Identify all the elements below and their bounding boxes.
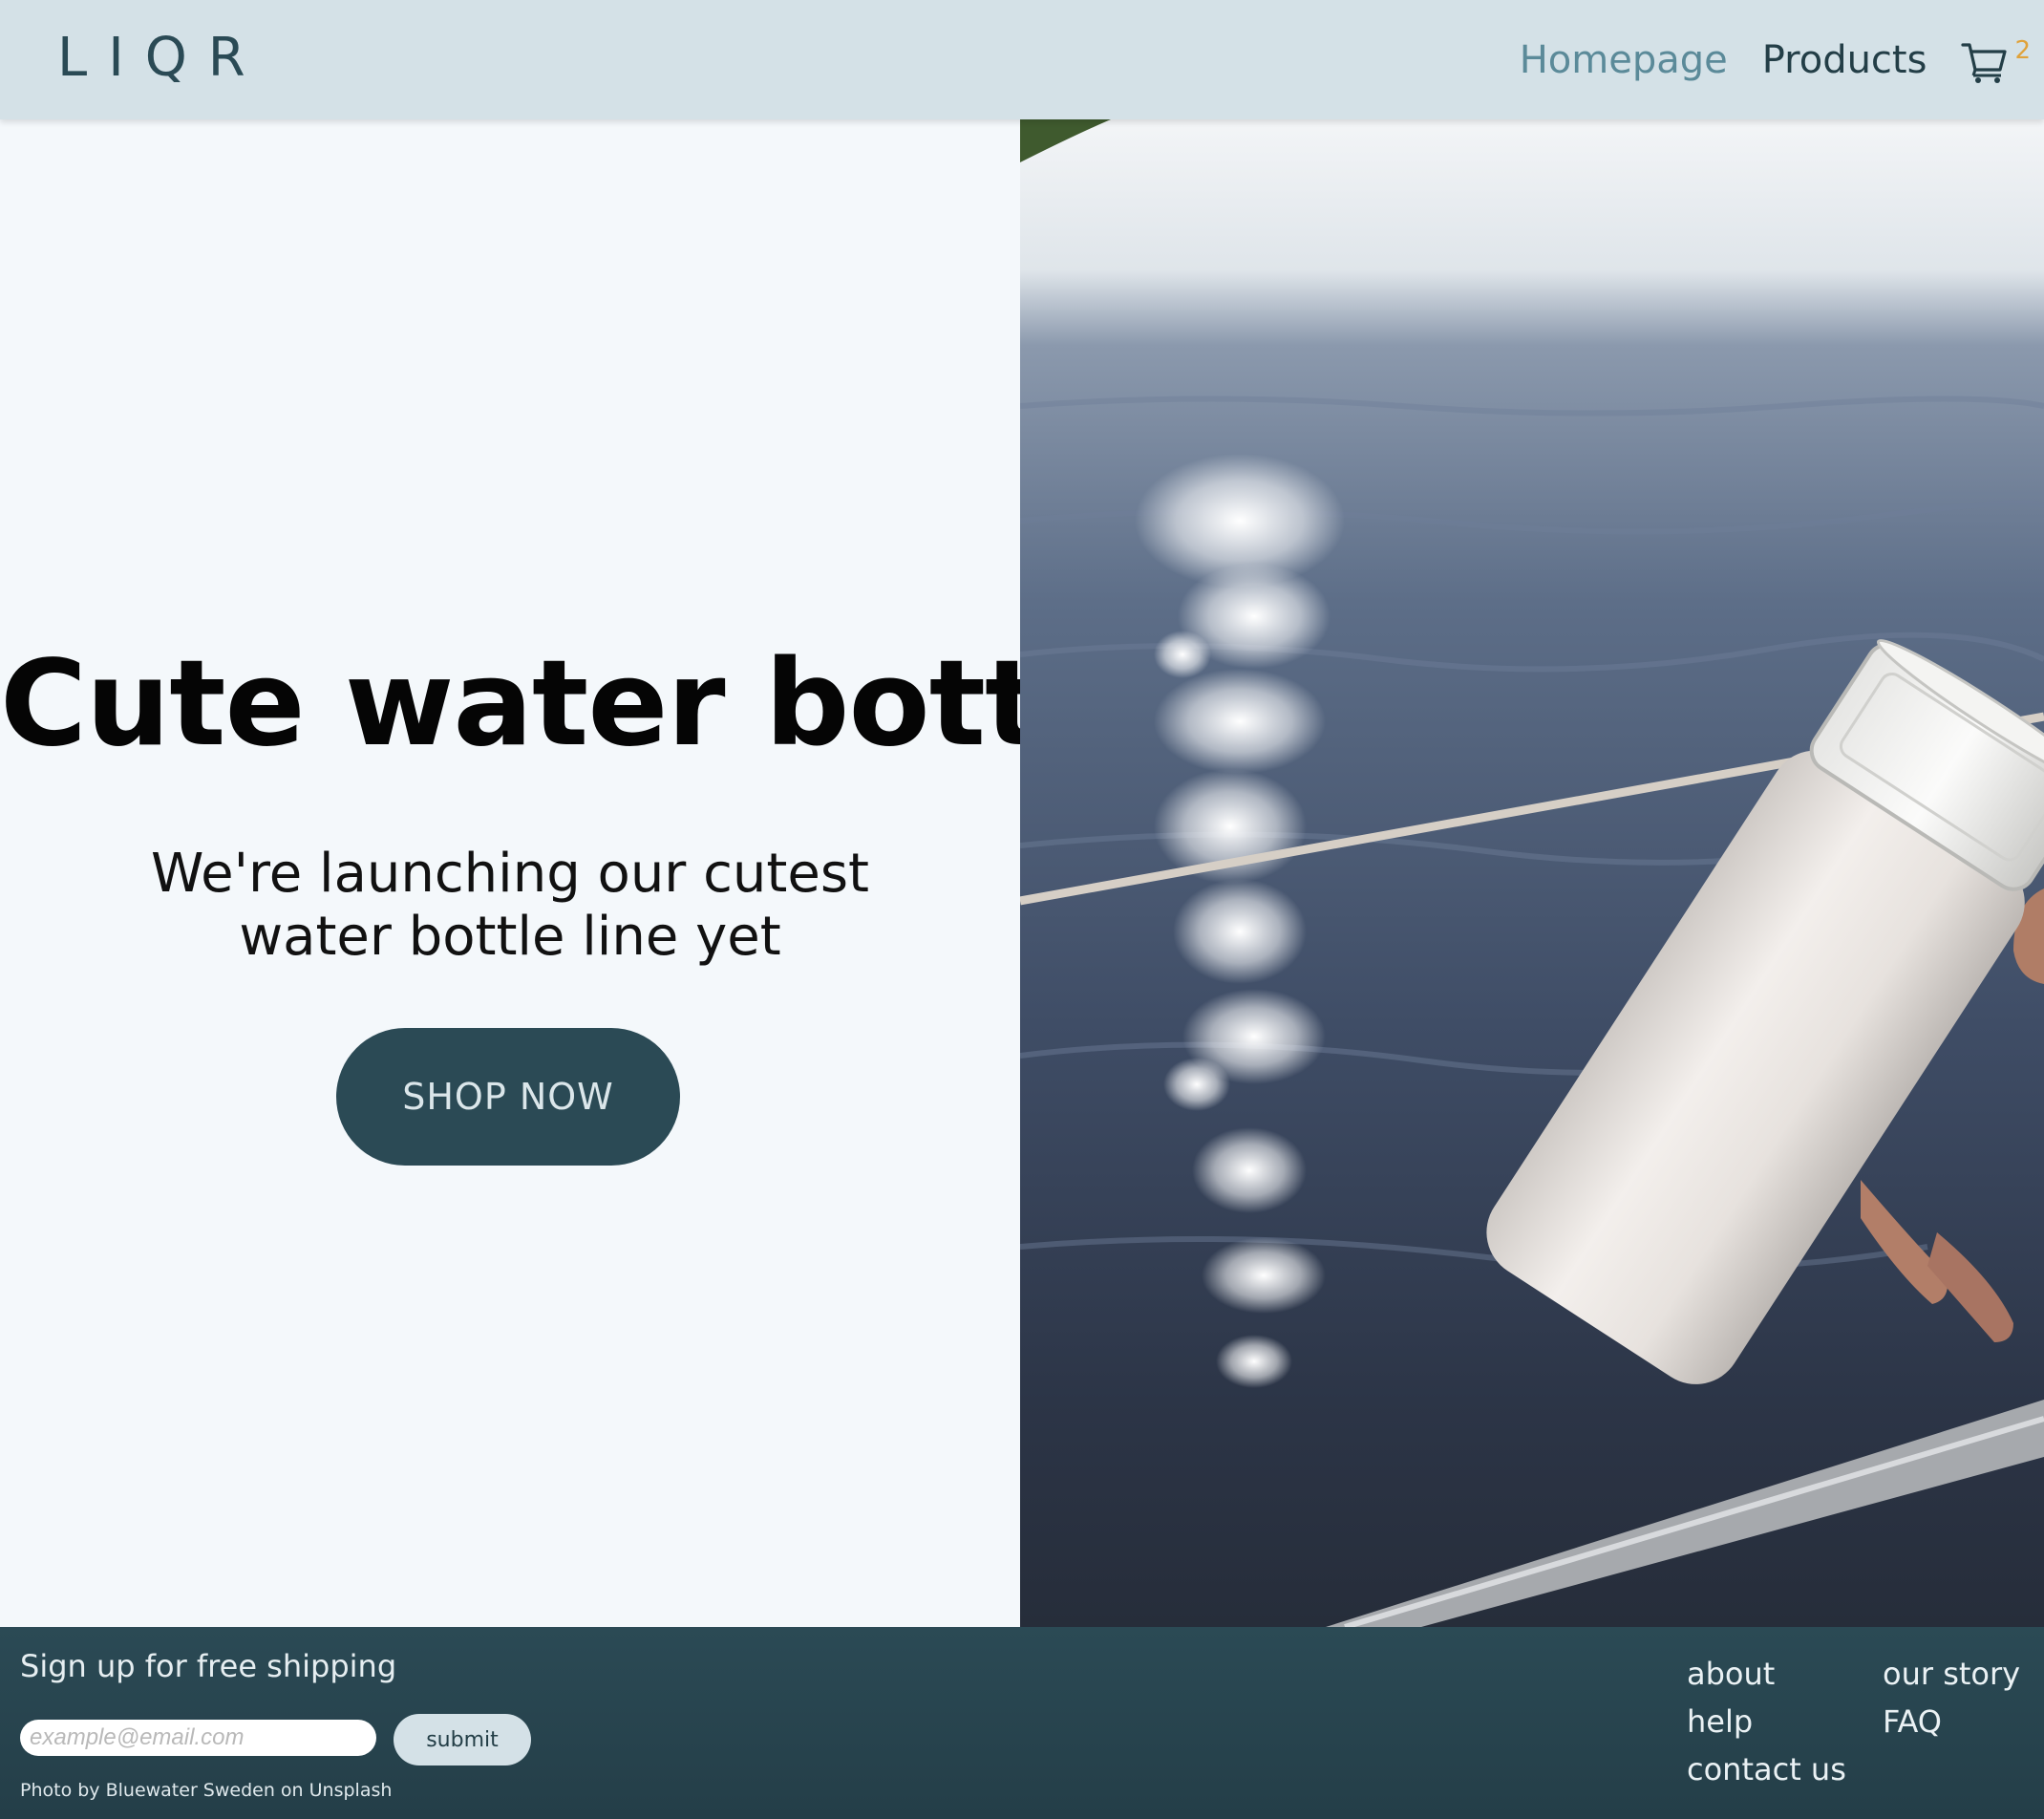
email-input[interactable]	[20, 1720, 376, 1756]
cart-count-badge: 2	[2014, 35, 2031, 65]
signup-label: Sign up for free shipping	[20, 1648, 397, 1684]
site-footer: Sign up for free shipping submit Photo b…	[0, 1627, 2044, 1819]
hero-subtitle-line-1: We're launching our cutest	[151, 843, 869, 905]
cart-button[interactable]: 2	[1961, 36, 2031, 84]
water-bottle-photo	[1020, 119, 2044, 1627]
site-logo[interactable]: LIQR	[57, 27, 266, 89]
site-header: LIQR Homepage Products 2	[0, 0, 2044, 119]
footer-link-help[interactable]: help	[1687, 1703, 1753, 1740]
footer-link-our-story[interactable]: our story	[1883, 1656, 2020, 1692]
hero-image	[1020, 119, 2044, 1627]
submit-button[interactable]: submit	[394, 1714, 531, 1766]
nav-homepage-link[interactable]: Homepage	[1520, 38, 1728, 82]
nav-products-link[interactable]: Products	[1762, 38, 1927, 82]
footer-link-contact[interactable]: contact us	[1687, 1751, 1846, 1787]
shop-now-button[interactable]: SHOP NOW	[336, 1028, 680, 1166]
hero-text-panel: Cute water bottle We're launching our cu…	[0, 119, 1160, 1627]
hero-subtitle: We're launching our cutest water bottle …	[0, 843, 1020, 969]
shopping-cart-icon	[1961, 42, 2008, 83]
footer-link-about[interactable]: about	[1687, 1656, 1775, 1692]
photo-credit: Photo by Bluewater Sweden on Unsplash	[20, 1780, 393, 1801]
hero-subtitle-line-2: water bottle line yet	[239, 906, 781, 968]
hero-title: Cute water bottle	[0, 635, 1160, 773]
footer-link-faq[interactable]: FAQ	[1883, 1703, 1942, 1740]
main-nav: Homepage Products 2	[1520, 0, 2031, 119]
